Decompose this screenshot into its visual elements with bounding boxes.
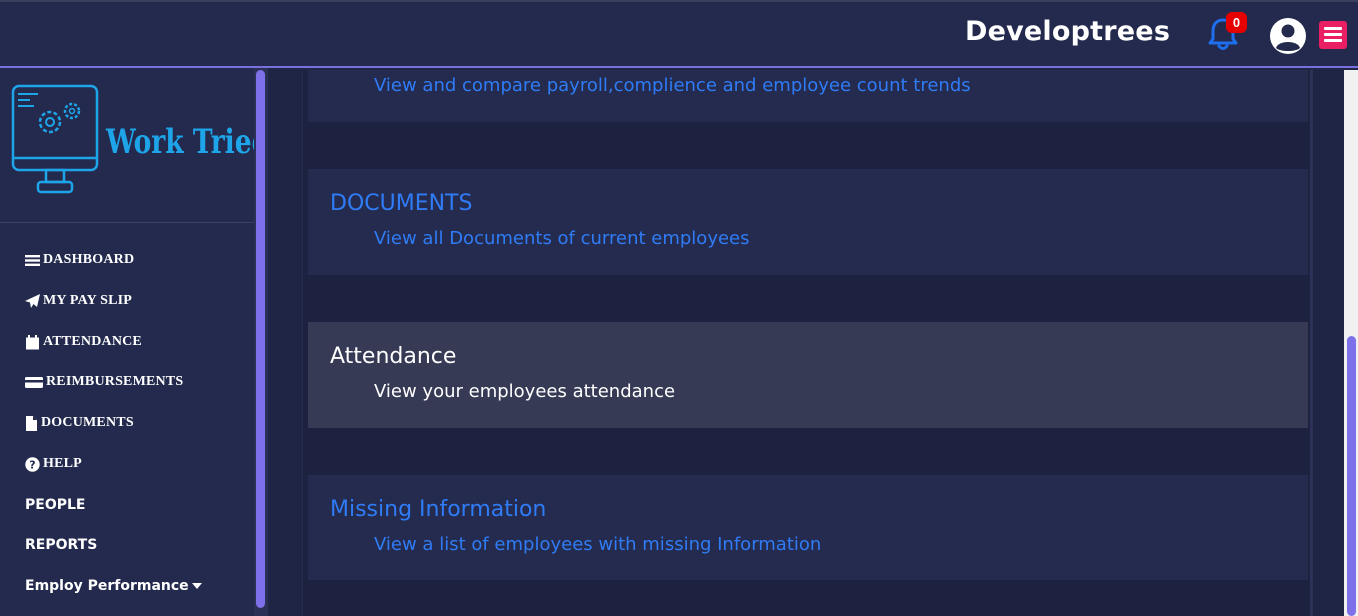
sidebar-item-label: MY PAY SLIP (43, 293, 133, 308)
sidebar-scrollbar-thumb[interactable] (256, 70, 265, 608)
notification-badge: 0 (1226, 12, 1247, 33)
user-circle-icon[interactable] (1269, 17, 1307, 55)
card-title[interactable]: Missing Information (330, 497, 546, 522)
sidebar-item-label: Employ Performance (25, 578, 189, 594)
sidebar-item-attendance[interactable]: ATTENDANCE (25, 334, 142, 350)
sidebar-item-employ-performance[interactable]: Employ Performance (25, 578, 202, 594)
caret-down-icon (191, 583, 202, 589)
logo-text: Work Tried (106, 122, 271, 162)
card-payroll-trends[interactable]: View and compare payroll,complience and … (308, 70, 1308, 122)
brand-name: Developtrees (965, 16, 1171, 47)
file-icon (26, 415, 37, 431)
card-description[interactable]: View and compare payroll,complience and … (374, 75, 971, 96)
sidebar-item-label: DOCUMENTS (41, 415, 134, 430)
bars-icon (25, 254, 40, 266)
sidebar-item-label: REPORTS (25, 537, 98, 553)
hamburger-menu-icon[interactable] (1319, 21, 1347, 49)
sidebar-item-reports[interactable]: REPORTS (25, 537, 97, 553)
card-description[interactable]: View a list of employees with missing In… (374, 534, 821, 555)
card-description[interactable]: View all Documents of current employees (374, 228, 750, 249)
sidebar-divider (0, 222, 254, 223)
card-title[interactable]: Attendance (330, 344, 456, 369)
content-border (1310, 70, 1313, 616)
sidebar-item-reimbursements[interactable]: REIMBURSEMENTS (25, 374, 183, 390)
credit-card-icon (25, 376, 43, 388)
paper-plane-icon (25, 293, 40, 308)
sidebar-item-documents[interactable]: DOCUMENTS (25, 415, 134, 431)
sidebar-item-my-pay-slip[interactable]: MY PAY SLIP (25, 293, 132, 309)
main-scrollbar-thumb[interactable] (1347, 336, 1356, 616)
svg-text:?: ? (29, 458, 36, 471)
sidebar-item-dashboard[interactable]: DASHBOARD (25, 252, 134, 268)
card-attendance[interactable]: Attendance View your employees attendanc… (308, 322, 1308, 428)
sidebar-item-people[interactable]: PEOPLE (25, 497, 85, 513)
card-documents[interactable]: DOCUMENTS View all Documents of current … (308, 169, 1308, 275)
sidebar-item-label: PEOPLE (25, 497, 86, 513)
card-description[interactable]: View your employees attendance (374, 381, 675, 402)
sidebar-item-label: ATTENDANCE (43, 334, 142, 349)
calendar-icon (26, 334, 39, 349)
sidebar-item-help[interactable]: ? HELP (25, 456, 82, 472)
sidebar-item-label: HELP (43, 456, 82, 471)
card-title[interactable]: DOCUMENTS (330, 191, 472, 216)
card-missing-information[interactable]: Missing Information View a list of emplo… (308, 475, 1308, 580)
sidebar-item-label: DASHBOARD (43, 252, 135, 267)
sidebar-item-label: REIMBURSEMENTS (46, 374, 184, 389)
question-circle-icon: ? (25, 456, 40, 472)
